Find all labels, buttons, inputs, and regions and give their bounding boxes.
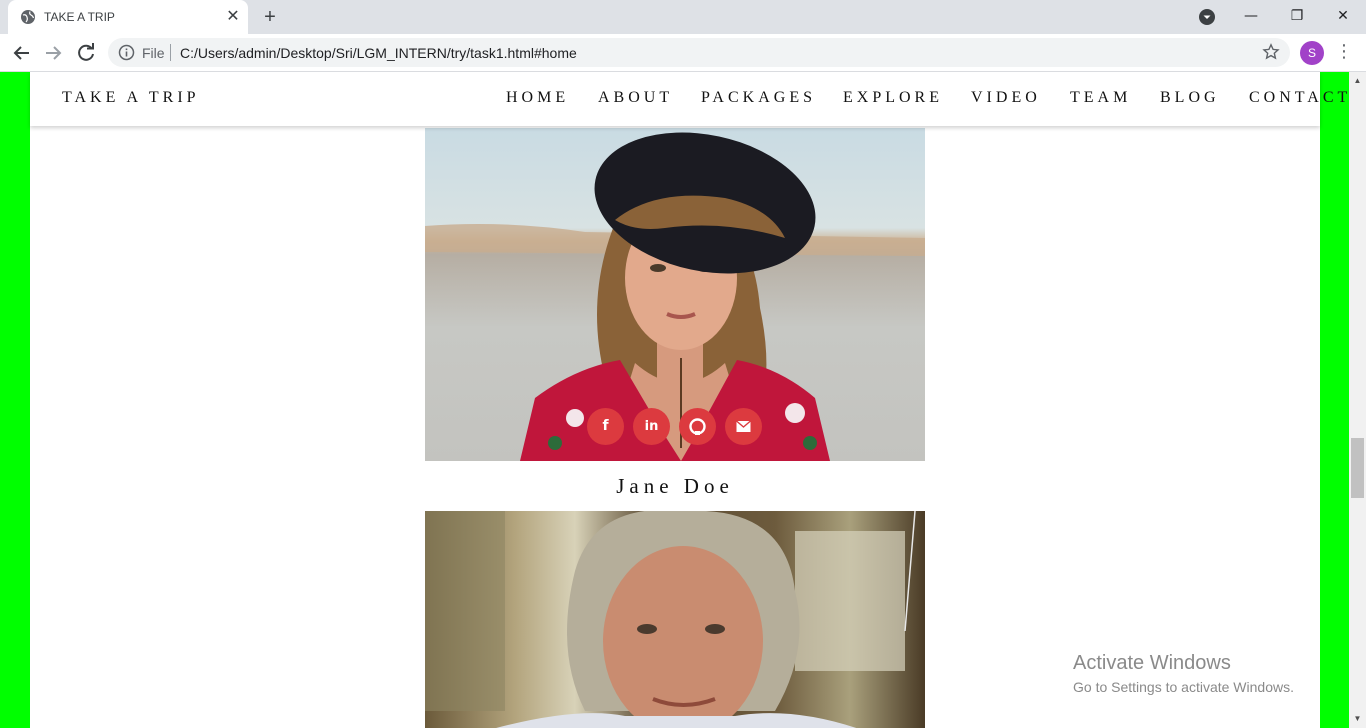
back-arrow-icon[interactable] <box>9 40 35 66</box>
browser-menu-icon[interactable]: ⋮ <box>1334 41 1354 65</box>
window-close-button[interactable]: ✕ <box>1320 0 1366 32</box>
left-green-border <box>0 72 30 728</box>
team-member-photo-2 <box>425 511 925 728</box>
linkedin-icon[interactable]: in <box>633 408 670 445</box>
tab-title: TAKE A TRIP <box>44 10 115 24</box>
activate-windows-subtitle: Go to Settings to activate Windows. <box>1073 679 1294 695</box>
profile-avatar[interactable]: S <box>1300 41 1324 65</box>
browser-toolbar: File C:/Users/admin/Desktop/Sri/LGM_INTE… <box>0 34 1366 72</box>
right-green-border <box>1320 72 1349 728</box>
nav-link-packages[interactable]: PACKAGES <box>701 89 816 107</box>
globe-icon <box>21 10 35 24</box>
tab-close-icon[interactable]: ✕ <box>224 8 242 26</box>
forward-arrow-icon[interactable] <box>40 40 66 66</box>
team-member-name: Jane Doe <box>616 474 734 498</box>
nav-link-about[interactable]: ABOUT <box>598 89 673 107</box>
reload-icon[interactable] <box>73 40 99 66</box>
portrait-illustration-2 <box>425 511 916 728</box>
file-label: File <box>142 45 165 61</box>
facebook-icon[interactable]: f <box>587 408 624 445</box>
activate-windows-watermark: Activate Windows Go to Settings to activ… <box>1073 652 1294 695</box>
github-glyph <box>689 418 706 435</box>
scroll-down-icon[interactable]: ▼ <box>1349 712 1366 726</box>
page-scrollbar[interactable]: ▲ ▼ <box>1349 72 1366 728</box>
browser-tab[interactable]: TAKE A TRIP ✕ <box>8 0 248 34</box>
github-icon[interactable] <box>679 408 716 445</box>
nav-link-team[interactable]: TEAM <box>1070 89 1131 107</box>
brand-logo[interactable]: TAKE A TRIP <box>62 89 200 107</box>
social-links-jane: f in <box>587 408 763 445</box>
email-icon[interactable] <box>725 408 762 445</box>
nav-link-contact[interactable]: CONTACT <box>1249 89 1351 107</box>
scroll-up-icon[interactable]: ▲ <box>1349 74 1366 88</box>
activate-windows-title: Activate Windows <box>1073 652 1231 674</box>
omnibox-divider <box>170 44 171 61</box>
star-icon[interactable] <box>1262 43 1280 61</box>
page-viewport: TAKE A TRIP HOME ABOUT PACKAGES EXPLORE … <box>0 72 1366 728</box>
info-icon[interactable] <box>118 44 135 61</box>
profile-dropdown-icon[interactable] <box>1198 8 1216 26</box>
browser-tabstrip: TAKE A TRIP ✕ + — ❐ ✕ <box>0 0 1366 34</box>
window-minimize-button[interactable]: — <box>1228 0 1274 32</box>
address-bar[interactable]: File C:/Users/admin/Desktop/Sri/LGM_INTE… <box>108 38 1290 67</box>
site-navbar: TAKE A TRIP HOME ABOUT PACKAGES EXPLORE … <box>30 72 1347 126</box>
scrollbar-thumb[interactable] <box>1351 438 1364 498</box>
new-tab-button[interactable]: + <box>258 5 282 29</box>
url-text[interactable]: C:/Users/admin/Desktop/Sri/LGM_INTERN/tr… <box>180 45 577 61</box>
nav-link-video[interactable]: VIDEO <box>971 89 1041 107</box>
nav-link-explore[interactable]: EXPLORE <box>843 89 943 107</box>
envelope-icon <box>736 420 751 432</box>
nav-link-home[interactable]: HOME <box>506 89 569 107</box>
nav-link-blog[interactable]: BLOG <box>1160 89 1220 107</box>
window-maximize-button[interactable]: ❐ <box>1274 0 1320 32</box>
